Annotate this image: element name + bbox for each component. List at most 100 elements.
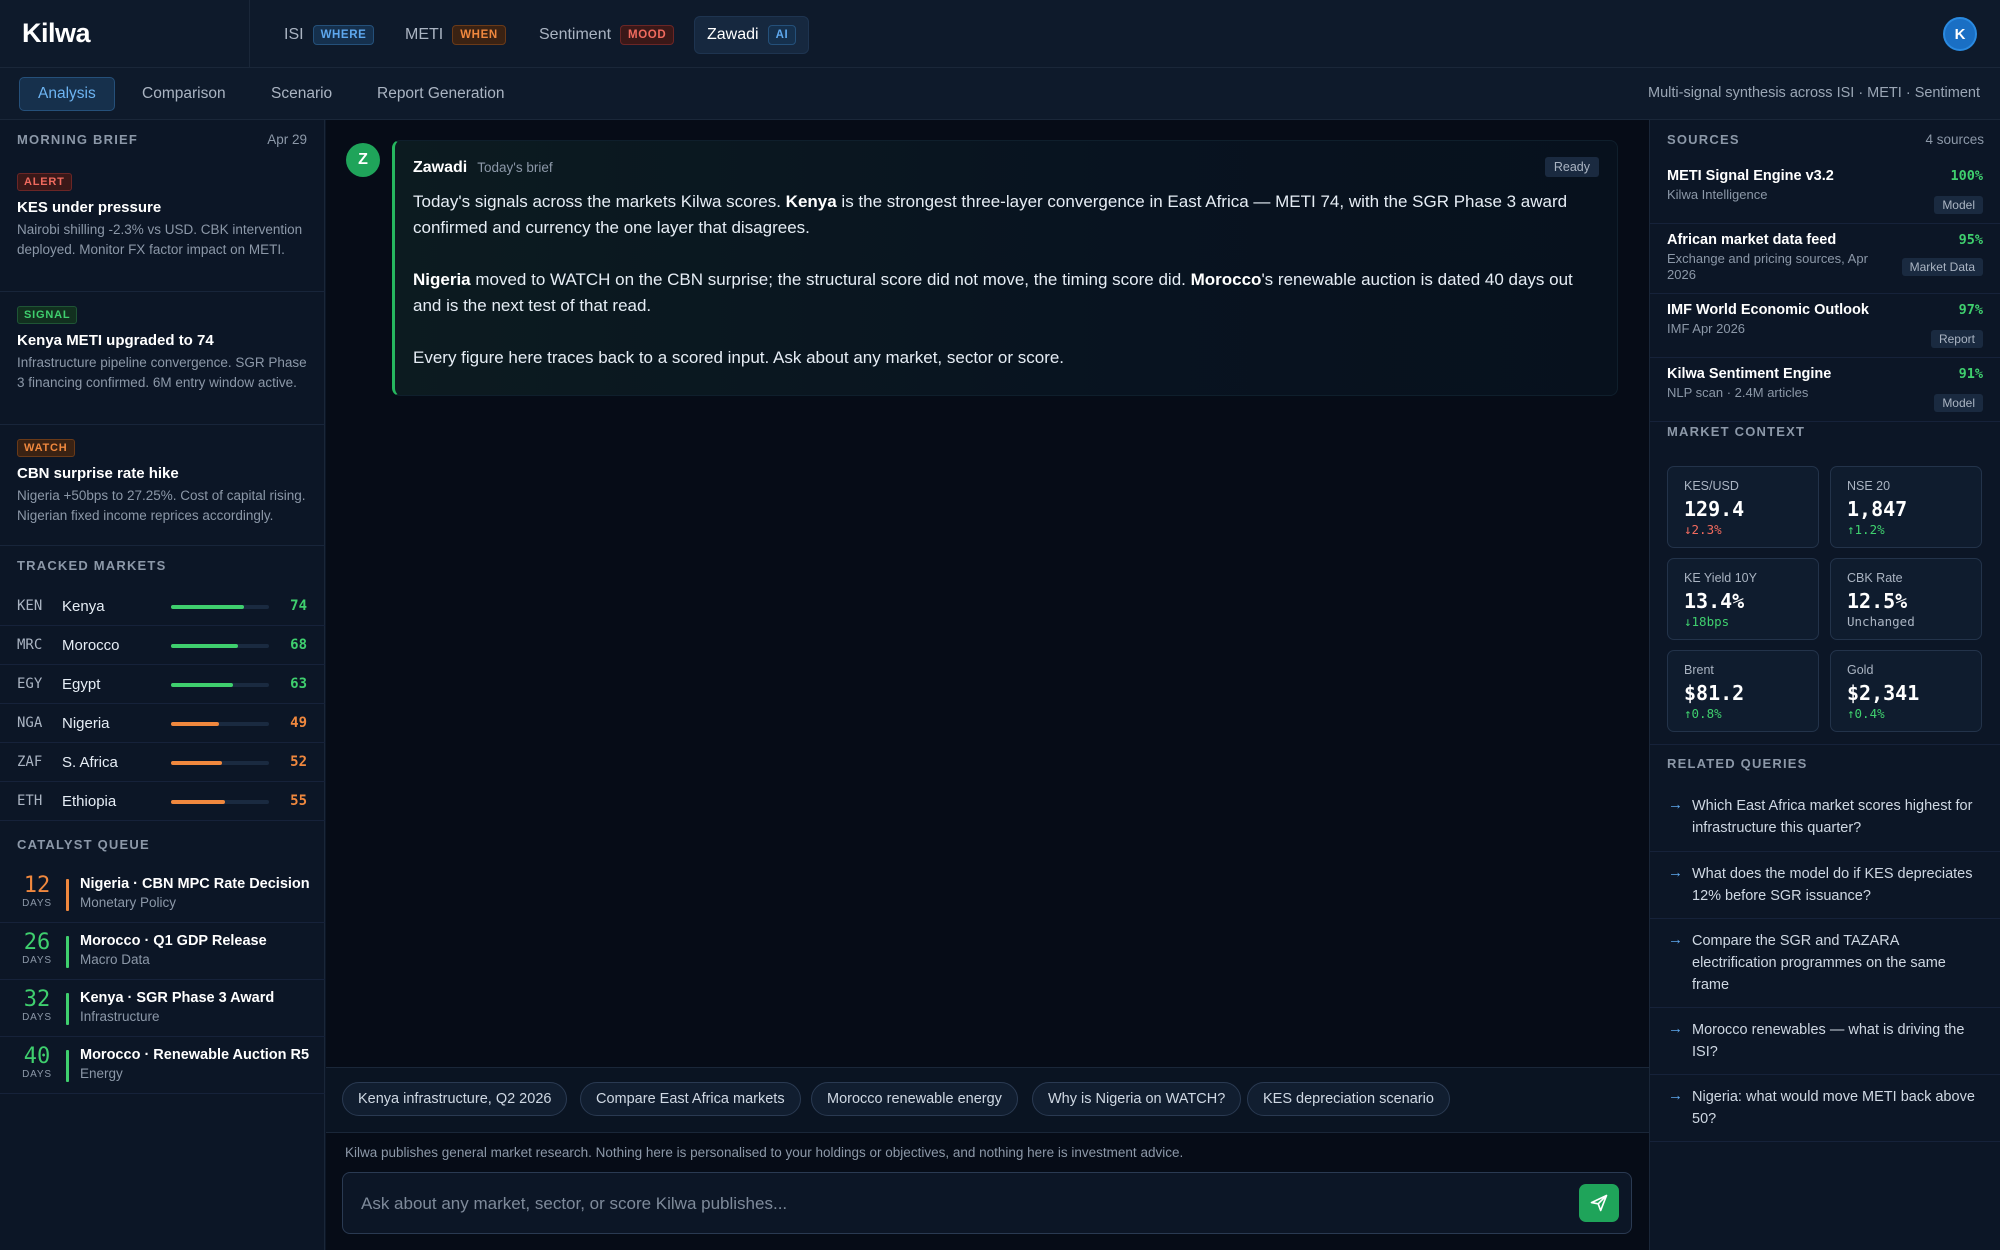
message-body: Today's signals across the markets Kilwa… xyxy=(413,189,1603,397)
catalyst-days: 12 DAYS xyxy=(17,874,57,910)
engine-tab-zawadi[interactable]: Zawadi AI xyxy=(694,16,810,54)
tab-report-generation[interactable]: Report Generation xyxy=(359,77,523,111)
brief-body: Nairobi shilling -2.3% vs USD. CBK inter… xyxy=(17,222,303,257)
tab-scenario[interactable]: Scenario xyxy=(253,77,350,111)
market-code: KEN xyxy=(17,598,43,614)
brief-card-alert[interactable]: ALERT KES under pressure Nairobi shillin… xyxy=(0,172,325,292)
catalyst-days: 40 DAYS xyxy=(17,1045,57,1081)
market-row-egypt[interactable]: EGY Egypt 63 xyxy=(0,665,325,704)
arrow-right-icon: → xyxy=(1668,796,1683,813)
catalyst-row[interactable]: 40 DAYS Morocco · Renewable Auction R5 E… xyxy=(0,1037,325,1094)
catalyst-title: Morocco · Renewable Auction R5 xyxy=(80,1047,310,1063)
right-sidebar: SOURCES 4 sources METI Signal Engine v3.… xyxy=(1649,120,2000,1250)
related-query[interactable]: → Compare the SGR and TAZARA electrifica… xyxy=(1650,919,2000,1008)
brief-title: KES under pressure xyxy=(17,199,162,216)
engine-tab-meti[interactable]: METI WHEN xyxy=(393,16,518,54)
tab-analysis[interactable]: Analysis xyxy=(19,77,115,111)
zawadi-avatar: Z xyxy=(346,143,380,177)
context-card-cbk-rate: CBK Rate 12.5% Unchanged xyxy=(1830,558,1982,640)
source-row[interactable]: African market data feed Exchange and pr… xyxy=(1650,224,2000,294)
catalyst-row[interactable]: 26 DAYS Morocco · Q1 GDP Release Macro D… xyxy=(0,923,325,980)
message-emphasis: Nigeria xyxy=(413,270,471,289)
suggestion-chip[interactable]: Kenya infrastructure, Q2 2026 xyxy=(342,1082,568,1116)
market-row-south-africa[interactable]: ZAF S. Africa 52 xyxy=(0,743,325,782)
context-delta: ↑0.8% xyxy=(1684,706,1722,721)
suggestion-chip[interactable]: Morocco renewable energy xyxy=(811,1082,1018,1116)
market-code: EGY xyxy=(17,676,43,692)
context-card-ke-yield: KE Yield 10Y 13.4% ↓18bps xyxy=(1667,558,1819,640)
message-header: Zawadi Today's brief xyxy=(413,159,553,177)
market-code: NGA xyxy=(17,715,43,731)
source-row[interactable]: METI Signal Engine v3.2 Kilwa Intelligen… xyxy=(1650,160,2000,224)
context-label: KES/USD xyxy=(1684,479,1739,493)
market-score: 49 xyxy=(290,715,307,731)
context-label: KE Yield 10Y xyxy=(1684,571,1757,585)
engine-tab-isi[interactable]: ISI WHERE xyxy=(272,16,386,54)
brief-card-signal[interactable]: SIGNAL Kenya METI upgraded to 74 Infrast… xyxy=(0,305,325,425)
context-delta: ↑0.4% xyxy=(1847,706,1885,721)
user-avatar[interactable]: K xyxy=(1943,17,1977,51)
catalyst-category: Infrastructure xyxy=(80,1009,160,1024)
context-card-gold: Gold $2,341 ↑0.4% xyxy=(1830,650,1982,732)
market-code: ZAF xyxy=(17,754,43,770)
source-name: METI Signal Engine v3.2 xyxy=(1667,168,1834,184)
context-delta: ↓2.3% xyxy=(1684,522,1722,537)
context-value: 129.4 xyxy=(1684,497,1745,521)
disclaimer: Kilwa publishes general market research.… xyxy=(345,1145,1184,1160)
source-confidence: 97% xyxy=(1958,302,1983,318)
signal-tag: SIGNAL xyxy=(17,306,78,324)
suggestion-chip[interactable]: Why is Nigeria on WATCH? xyxy=(1032,1082,1242,1116)
source-description: IMF Apr 2026 xyxy=(1667,321,1746,336)
market-row-morocco[interactable]: MRC Morocco 68 xyxy=(0,626,325,665)
context-label: Gold xyxy=(1847,663,1874,677)
suggestion-chip[interactable]: Compare East Africa markets xyxy=(580,1082,801,1116)
catalyst-category: Macro Data xyxy=(80,952,150,967)
send-button[interactable] xyxy=(1579,1184,1619,1222)
related-query-text: Compare the SGR and TAZARA electrificati… xyxy=(1692,933,1946,993)
source-name: Kilwa Sentiment Engine xyxy=(1667,366,1832,382)
catalyst-days-number: 32 xyxy=(23,987,51,1012)
market-score: 68 xyxy=(290,637,307,653)
tracked-markets-title: TRACKED MARKETS xyxy=(17,558,167,573)
source-row[interactable]: IMF World Economic Outlook IMF Apr 2026 … xyxy=(1650,294,2000,358)
market-row-ethiopia[interactable]: ETH Ethiopia 55 xyxy=(0,782,325,821)
brief-card-watch[interactable]: WATCH CBN surprise rate hike Nigeria +50… xyxy=(0,438,325,546)
market-row-kenya[interactable]: KEN Kenya 74 xyxy=(0,587,325,626)
market-name: Morocco xyxy=(62,637,120,654)
context-card-kes-usd: KES/USD 129.4 ↓2.3% xyxy=(1667,466,1819,548)
engine-tab-label: ISI xyxy=(284,26,304,43)
related-query[interactable]: → Morocco renewables — what is driving t… xyxy=(1650,1008,2000,1075)
source-name: IMF World Economic Outlook xyxy=(1667,302,1869,318)
brief-date: Apr 29 xyxy=(267,132,307,147)
left-sidebar: MORNING BRIEF Apr 29 ALERT KES under pre… xyxy=(0,120,325,1250)
engine-tab-sentiment[interactable]: Sentiment MOOD xyxy=(527,16,686,54)
related-query-text: Morocco renewables — what is driving the… xyxy=(1692,1022,1965,1060)
kilwa-logo[interactable]: Kilwa xyxy=(22,18,91,49)
source-row[interactable]: Kilwa Sentiment Engine NLP scan · 2.4M a… xyxy=(1650,358,2000,422)
section-title: SOURCES xyxy=(1667,132,1740,147)
sources-count: 4 sources xyxy=(1925,132,1984,147)
engine-badge-where: WHERE xyxy=(312,25,375,45)
related-queries-title: RELATED QUERIES xyxy=(1667,756,1808,771)
catalyst-accent-bar xyxy=(66,1050,69,1082)
suggestion-chip[interactable]: KES depreciation scenario xyxy=(1247,1082,1450,1116)
status-badge: Ready xyxy=(1544,157,1599,177)
market-score-fill xyxy=(171,683,233,687)
catalyst-row[interactable]: 32 DAYS Kenya · SGR Phase 3 Award Infras… xyxy=(0,980,325,1037)
tab-comparison[interactable]: Comparison xyxy=(124,77,244,111)
arrow-right-icon: → xyxy=(1668,1020,1683,1037)
catalyst-title: Kenya · SGR Phase 3 Award xyxy=(80,990,275,1006)
ask-input[interactable] xyxy=(361,1187,1541,1221)
source-name: African market data feed xyxy=(1667,232,1837,248)
related-query[interactable]: → What does the model do if KES deprecia… xyxy=(1650,852,2000,919)
related-query[interactable]: → Which East Africa market scores highes… xyxy=(1650,784,2000,852)
market-row-nigeria[interactable]: NGA Nigeria 49 xyxy=(0,704,325,743)
related-query[interactable]: → Nigeria: what would move METI back abo… xyxy=(1650,1075,2000,1142)
catalyst-title: Nigeria · CBN MPC Rate Decision xyxy=(80,876,310,892)
related-query-text: Nigeria: what would move METI back above… xyxy=(1692,1089,1975,1127)
source-type-badge: Market Data xyxy=(1901,258,1983,276)
brief-body: Infrastructure pipeline convergence. SGR… xyxy=(17,355,307,390)
suggestion-chips: Kenya infrastructure, Q2 2026 Compare Ea… xyxy=(326,1067,1649,1133)
catalyst-row[interactable]: 12 DAYS Nigeria · CBN MPC Rate Decision … xyxy=(0,866,325,923)
source-description: Exchange and pricing sources, Apr 2026 xyxy=(1667,251,1868,282)
